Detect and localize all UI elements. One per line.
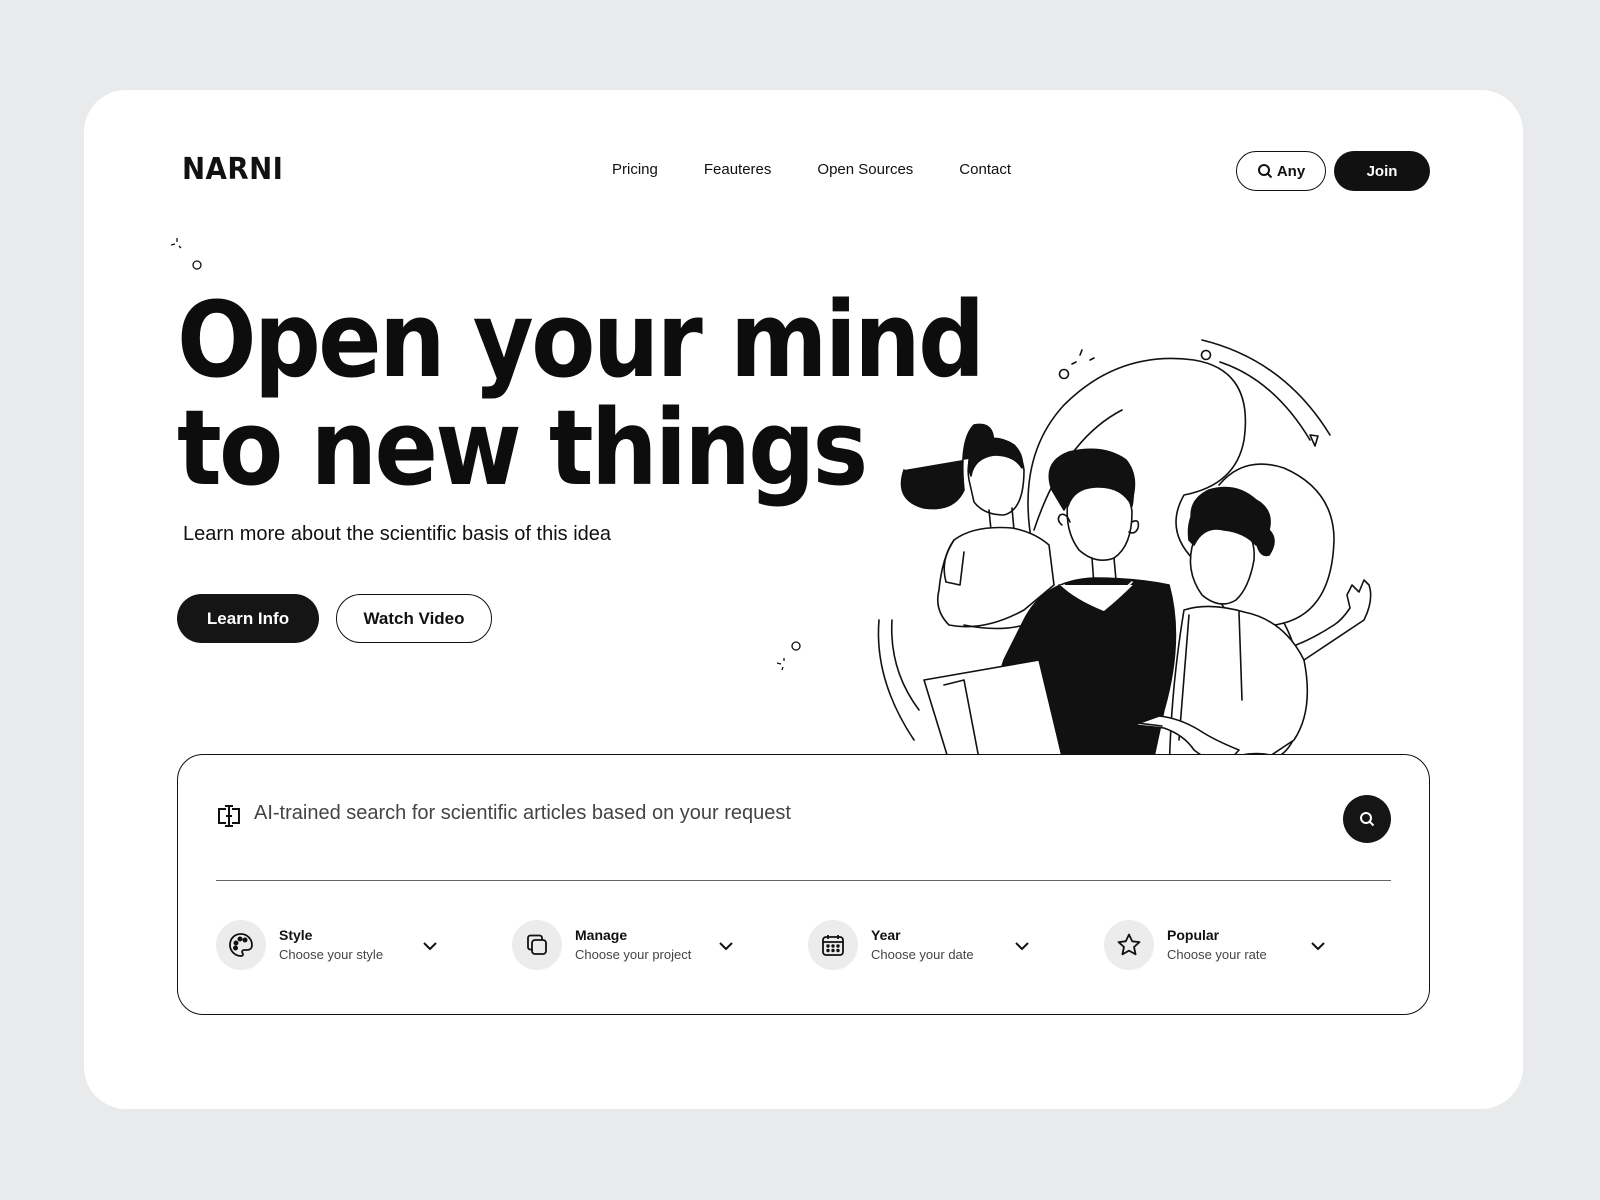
brand-logo[interactable]: NARNI [182, 152, 283, 187]
filter-title: Popular [1167, 927, 1220, 943]
filter-row: Style Choose your style Manage Choose yo… [216, 919, 1391, 971]
chevron-down-icon[interactable] [716, 936, 736, 956]
search-row [216, 795, 1391, 843]
search-panel: Style Choose your style Manage Choose yo… [177, 754, 1430, 1015]
nav-item-features[interactable]: Feauteres [704, 161, 772, 178]
text-cursor-icon [218, 805, 240, 827]
chevron-down-icon[interactable] [1308, 936, 1328, 956]
top-nav: Pricing Feauteres Open Sources Contact [612, 161, 1057, 178]
nav-item-open-sources[interactable]: Open Sources [817, 161, 913, 178]
sparkle-decoration [776, 641, 801, 671]
learn-info-button[interactable]: Learn Info [177, 594, 319, 643]
filter-manage[interactable]: Manage Choose your project [512, 919, 752, 971]
filter-popular[interactable]: Popular Choose your rate [1104, 919, 1344, 971]
filter-subtitle: Choose your date [871, 947, 974, 962]
join-button[interactable]: Join [1334, 151, 1430, 191]
star-icon [1117, 933, 1141, 956]
search-submit-button[interactable] [1343, 795, 1391, 843]
hero-subtitle: Learn more about the scientific basis of… [183, 523, 612, 545]
filter-subtitle: Choose your style [279, 947, 384, 962]
chevron-down-icon[interactable] [420, 936, 440, 956]
calendar-icon [822, 935, 844, 956]
watch-video-button[interactable]: Watch Video [336, 594, 492, 643]
hero-headline: Open your mind to new things [177, 279, 985, 509]
search-icon [1360, 812, 1375, 827]
article-search-input[interactable] [254, 802, 1254, 825]
chevron-down-icon[interactable] [1012, 936, 1032, 956]
filter-subtitle: Choose your project [575, 947, 692, 962]
main-card: NARNI Pricing Feauteres Open Sources Con… [84, 90, 1523, 1109]
headline-line-2: to new things [177, 387, 868, 509]
headline-line-1: Open your mind [177, 279, 985, 401]
filter-subtitle: Choose your rate [1167, 947, 1267, 962]
filter-style[interactable]: Style Choose your style [216, 919, 456, 971]
search-icon [1257, 164, 1273, 179]
nav-item-pricing[interactable]: Pricing [612, 161, 658, 178]
sparkle-decoration [170, 238, 202, 270]
nav-item-contact[interactable]: Contact [959, 161, 1011, 178]
any-search-button[interactable]: Any [1236, 151, 1326, 191]
any-label: Any [1276, 162, 1306, 180]
filter-title: Year [871, 927, 901, 943]
filter-title: Manage [575, 927, 628, 943]
filter-year[interactable]: Year Choose your date [808, 919, 1048, 971]
filter-title: Style [279, 927, 313, 943]
palette-icon [229, 933, 253, 957]
search-divider [216, 880, 1391, 881]
copy-icon [527, 934, 547, 955]
